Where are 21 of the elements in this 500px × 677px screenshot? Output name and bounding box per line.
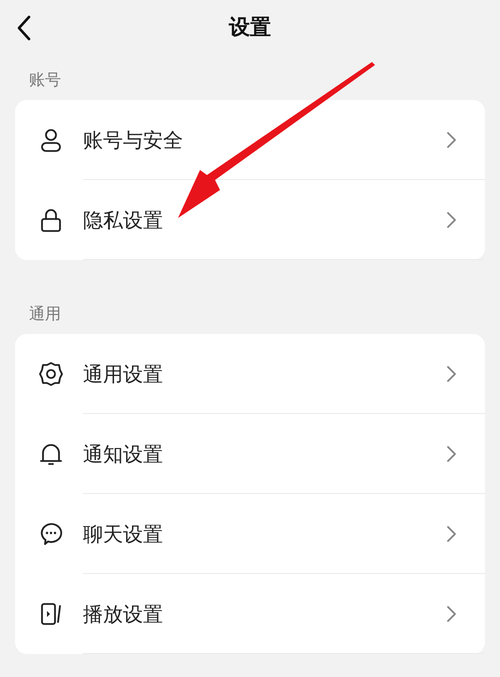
chevron-right-icon bbox=[445, 445, 457, 463]
chevron-right-icon bbox=[445, 605, 457, 623]
settings-item[interactable]: 播放设置 bbox=[83, 599, 445, 629]
chevron-right-icon bbox=[445, 525, 457, 543]
page-title: 设置 bbox=[229, 14, 271, 42]
section-title: 账号 bbox=[28, 69, 62, 91]
settings-item[interactable]: 通知设置 bbox=[83, 439, 445, 469]
section-title: 通用 bbox=[28, 303, 62, 325]
settings-icon bbox=[38, 361, 64, 387]
chevron-right-icon bbox=[445, 211, 457, 229]
settings-item[interactable]: 通用设置 bbox=[83, 359, 445, 389]
chevron-right-icon bbox=[445, 365, 457, 383]
settings-item[interactable]: 聊天设置 bbox=[83, 519, 445, 549]
person-icon bbox=[38, 127, 64, 153]
chat-bubble-icon bbox=[38, 521, 64, 547]
lock-icon bbox=[38, 207, 64, 233]
bell-icon bbox=[38, 441, 64, 467]
settings-item[interactable]: 隐私设置 bbox=[83, 205, 445, 235]
settings-item[interactable]: 账号与安全 bbox=[83, 125, 445, 155]
player-icon bbox=[38, 601, 64, 627]
chevron-right-icon bbox=[445, 131, 457, 149]
